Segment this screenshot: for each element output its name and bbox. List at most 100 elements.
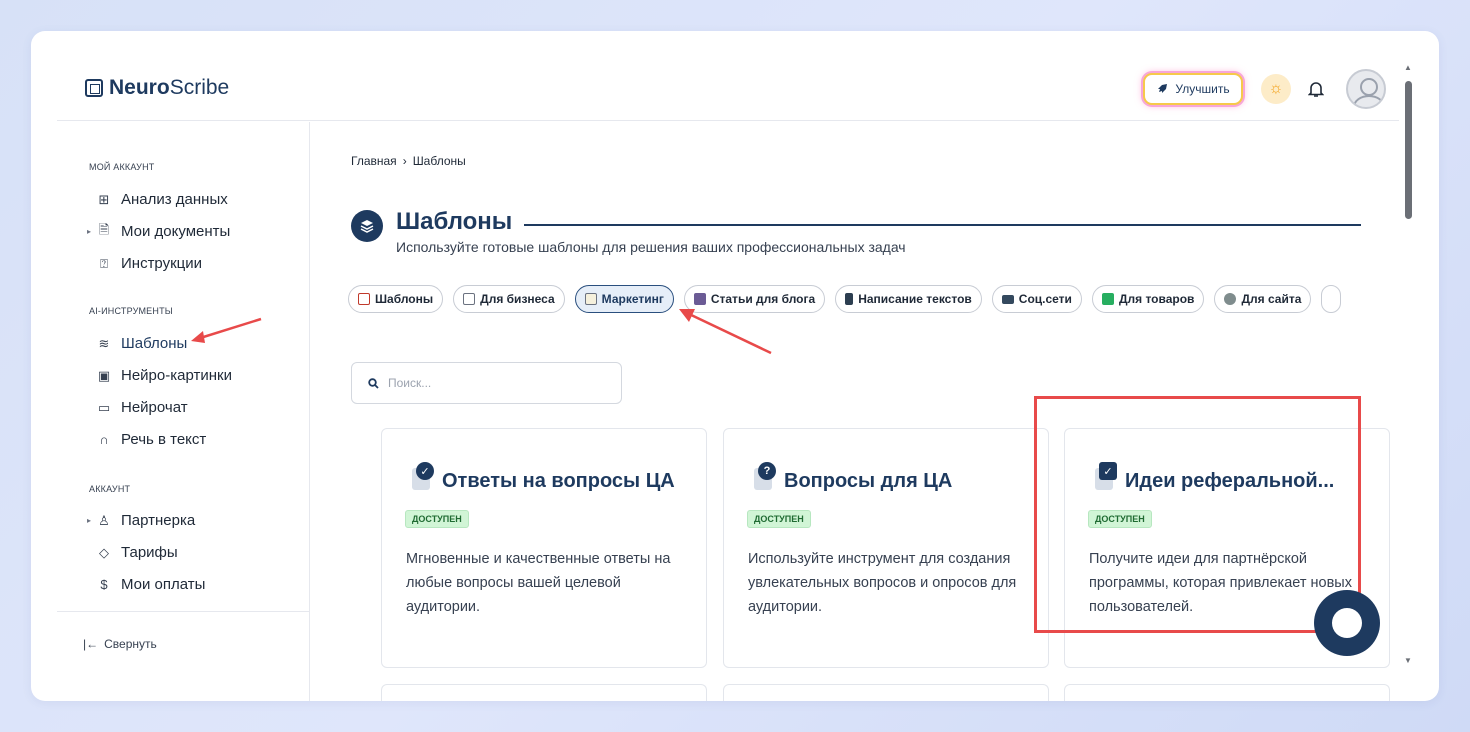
brand-light: Scribe xyxy=(169,76,230,99)
template-card[interactable] xyxy=(723,684,1049,701)
breadcrumb-current: Шаблоны xyxy=(412,154,466,168)
image-icon: ▣ xyxy=(97,367,111,383)
main-content: Главная › Шаблоны Шаблоны Используйте го… xyxy=(311,122,1399,701)
chip-label: Статьи для блога xyxy=(710,292,816,306)
chip-products[interactable]: Для товаров xyxy=(1091,285,1205,313)
sidebar-item-label: Мои документы xyxy=(121,223,231,240)
collapse-left-icon: |← xyxy=(83,637,99,651)
card-description: Мгновенные и качественные ответы на любы… xyxy=(406,551,671,615)
card-description: Используйте инструмент для создания увле… xyxy=(748,551,1017,615)
sidebar-item-templates[interactable]: ≋ Шаблоны xyxy=(97,335,188,352)
collapse-label: Свернуть xyxy=(104,637,157,651)
sidebar-item-neurochat[interactable]: ▭ Нейрочат xyxy=(97,399,188,416)
breadcrumb-home[interactable]: Главная xyxy=(351,154,397,168)
scrollbar[interactable]: ▲ ▼ xyxy=(1403,61,1413,671)
chip-blog-articles[interactable]: Статьи для блога xyxy=(683,285,826,313)
chip-website[interactable]: Для сайта xyxy=(1214,285,1312,313)
layers-icon: ≋ xyxy=(98,335,110,351)
section-ai-tools: AI-ИНСТРУМЕНТЫ xyxy=(89,306,173,316)
brand-logo[interactable]: NeuroScribe xyxy=(85,76,229,100)
breadcrumb-separator: › xyxy=(402,154,407,168)
chip-social[interactable]: Соц.сети xyxy=(991,285,1082,313)
sidebar-item-label: Нейрочат xyxy=(121,399,188,416)
chip-label: Для товаров xyxy=(1118,292,1195,306)
search-field[interactable]: Поиск... xyxy=(351,362,622,404)
sidebar-item-label: Речь в текст xyxy=(121,431,207,448)
top-header: NeuroScribe Улучшить ☼ xyxy=(57,31,1399,121)
category-chips: Шаблоны Для бизнеса Маркетинг Статьи для… xyxy=(348,285,1342,313)
card-title: Ответы на вопросы ЦА xyxy=(442,470,675,492)
card-title: Идеи реферальной... xyxy=(1125,470,1335,492)
chip-label: Написание текстов xyxy=(858,292,972,306)
page-heading xyxy=(351,210,383,242)
sidebar-item-instructions[interactable]: ⍰ Инструкции xyxy=(97,255,202,272)
sidebar-item-my-documents[interactable]: ▸ 🗎 Мои документы xyxy=(87,221,231,241)
chip-business[interactable]: Для бизнеса xyxy=(453,285,565,313)
phone-icon xyxy=(845,293,854,305)
sidebar-item-partner[interactable]: ▸ ♙ Партнерка xyxy=(87,512,196,529)
brand-bold: Neuro xyxy=(109,76,170,99)
headphones-icon: ∩ xyxy=(99,432,109,447)
chip-more[interactable] xyxy=(1321,285,1342,313)
breadcrumb: Главная › Шаблоны xyxy=(351,154,466,168)
memo-icon xyxy=(584,293,597,305)
laptop-icon xyxy=(1001,294,1014,304)
collapse-sidebar-button[interactable]: |← Свернуть xyxy=(83,637,157,651)
sidebar-item-label: Шаблоны xyxy=(121,335,188,352)
sidebar-divider xyxy=(57,611,310,612)
title-divider xyxy=(524,224,1361,226)
sidebar-item-label: Анализ данных xyxy=(121,191,228,208)
search-icon xyxy=(368,377,379,389)
dollar-icon: $ xyxy=(100,577,108,592)
scroll-up-icon[interactable]: ▲ xyxy=(1404,63,1412,72)
sidebar-item-speech-to-text[interactable]: ∩ Речь в текст xyxy=(97,431,206,448)
checkbox-checked-icon: ✓ xyxy=(1095,462,1119,490)
grid-icon: ⊞ xyxy=(98,191,110,207)
logo-icon xyxy=(85,79,103,97)
status-badge: ДОСТУПЕН xyxy=(405,510,469,528)
sidebar-item-neuro-images[interactable]: ▣ Нейро-картинки xyxy=(97,367,232,384)
sidebar-item-tariffs[interactable]: ◇ Тарифы xyxy=(97,544,178,561)
upgrade-button[interactable]: Улучшить xyxy=(1143,73,1243,105)
bell-icon[interactable] xyxy=(1305,77,1327,101)
question-circle-icon: ? xyxy=(754,462,778,490)
checkbox-icon xyxy=(358,293,370,305)
chat-bubble-icon: ▭ xyxy=(97,399,111,415)
sidebar-item-data-analysis[interactable]: ⊞ Анализ данных xyxy=(97,191,228,208)
help-circle-icon: ⍰ xyxy=(100,255,108,271)
sidebar-item-label: Мои оплаты xyxy=(121,576,206,593)
layers-stack-icon xyxy=(351,210,383,242)
tag-icon: ◇ xyxy=(99,544,109,560)
upgrade-label: Улучшить xyxy=(1175,82,1230,96)
chip-label: Маркетинг xyxy=(601,292,664,306)
chip-label: Для бизнеса xyxy=(480,292,555,306)
app-window: NeuroScribe Улучшить ☼ МОЙ АККАУНТ ⊞ Ана… xyxy=(31,31,1439,701)
page-title: Шаблоны xyxy=(396,208,513,235)
scroll-thumb[interactable] xyxy=(1405,81,1412,219)
check-circle-icon: ✓ xyxy=(412,462,436,490)
template-card[interactable]: ? Вопросы для ЦА ДОСТУПЕН Используйте ин… xyxy=(723,428,1049,668)
status-badge: ДОСТУПЕН xyxy=(1088,510,1152,528)
chip-label: Соц.сети xyxy=(1018,292,1072,306)
section-my-account: МОЙ АККАУНТ xyxy=(89,162,155,172)
rocket-icon xyxy=(1158,84,1168,93)
section-account: АККАУНТ xyxy=(89,484,131,494)
sidebar-item-label: Нейро-картинки xyxy=(121,367,232,384)
sidebar-item-label: Инструкции xyxy=(121,255,203,272)
ledger-icon xyxy=(1101,293,1114,305)
chip-templates[interactable]: Шаблоны xyxy=(348,285,444,313)
template-card[interactable] xyxy=(1064,684,1390,701)
chat-launcher-button[interactable] xyxy=(1314,590,1380,656)
caret-right-icon: ▸ xyxy=(87,516,92,525)
sidebar-item-my-payments[interactable]: $ Мои оплаты xyxy=(97,576,205,593)
chip-label: Шаблоны xyxy=(375,292,434,306)
chip-text-writing[interactable]: Написание текстов xyxy=(835,285,982,313)
user-avatar[interactable] xyxy=(1346,69,1386,109)
sidebar-item-label: Партнерка xyxy=(121,512,196,529)
template-card[interactable]: ✓ Ответы на вопросы ЦА ДОСТУПЕН Мгновенн… xyxy=(381,428,707,668)
template-card[interactable] xyxy=(381,684,707,701)
theme-toggle-sun-icon[interactable]: ☼ xyxy=(1261,74,1291,104)
scroll-down-icon[interactable]: ▼ xyxy=(1404,656,1412,665)
document-icon: 🗎 xyxy=(98,221,110,237)
chip-marketing[interactable]: Маркетинг xyxy=(574,285,674,313)
